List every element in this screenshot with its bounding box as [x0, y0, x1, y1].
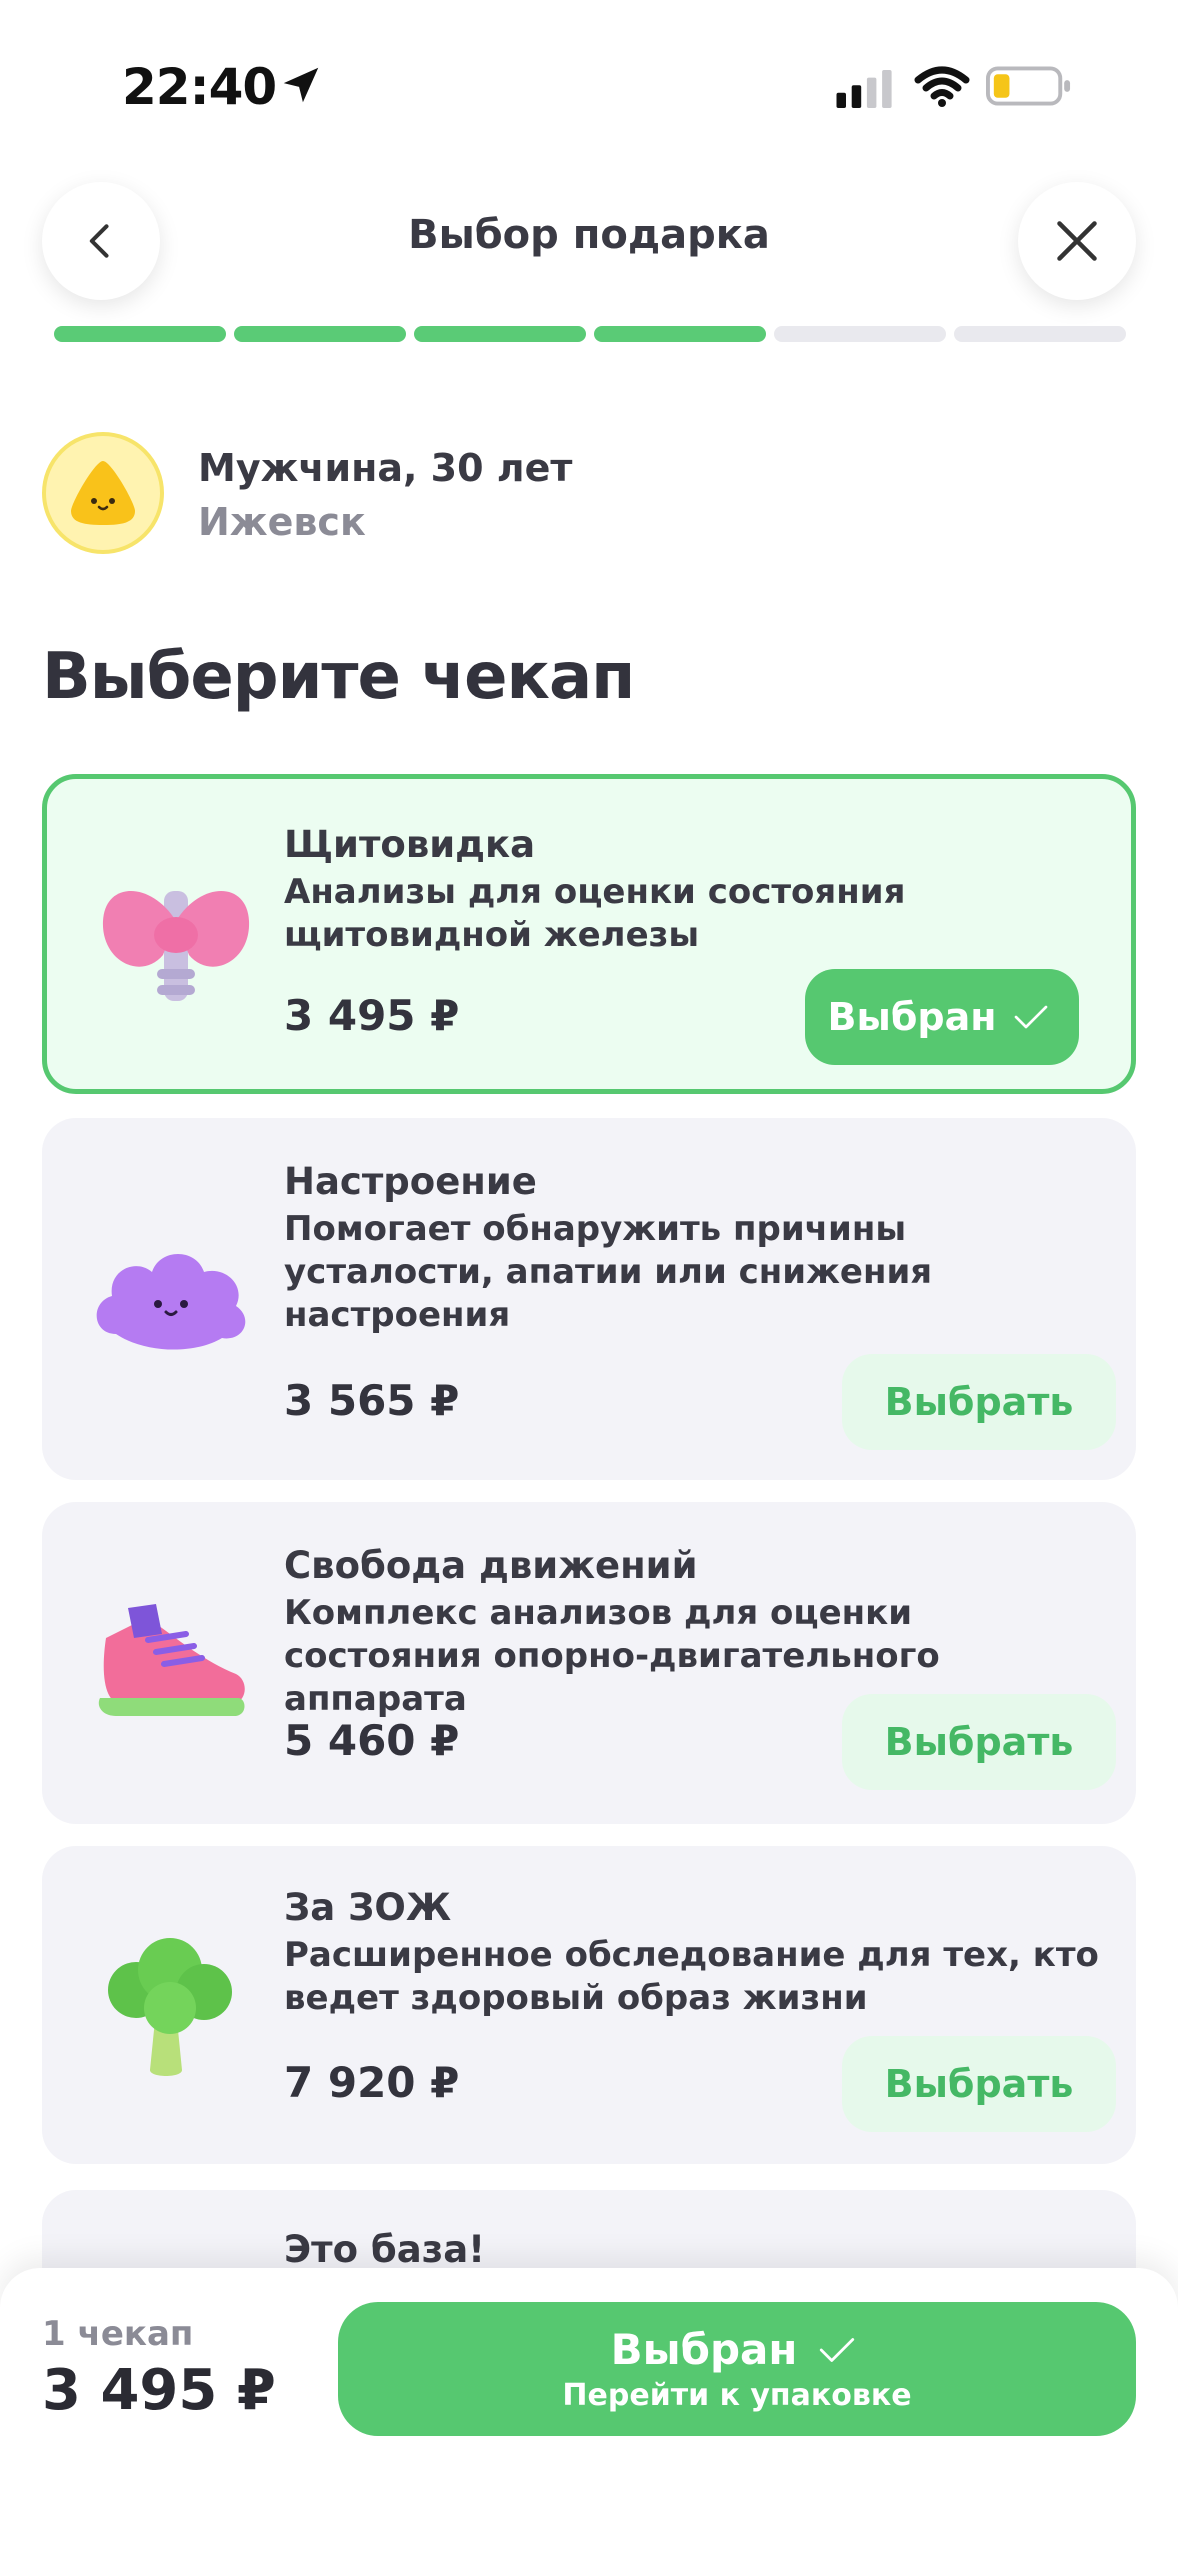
checkup-price: 3 495 ₽ [284, 991, 460, 1040]
progress-segment [414, 326, 586, 342]
avatar [42, 432, 164, 554]
cloud-icon [96, 1254, 246, 1350]
checkup-title: Настроение [284, 1160, 537, 1203]
checkup-price: 3 565 ₽ [284, 1376, 460, 1425]
progress-segment [774, 326, 946, 342]
status-time: 22:40 [122, 58, 277, 116]
progress-segment [234, 326, 406, 342]
selected-button[interactable]: Выбран [805, 969, 1079, 1065]
broccoli-icon [108, 1938, 232, 2076]
checkup-price: 7 920 ₽ [284, 2058, 460, 2107]
select-button[interactable]: Выбрать [842, 1694, 1116, 1790]
check-icon [1015, 1005, 1048, 1029]
checkup-title: Свобода движений [284, 1544, 698, 1587]
selected-button-label: Выбран [827, 995, 997, 1039]
section-heading: Выберите чекап [42, 640, 635, 714]
battery-icon [986, 66, 1071, 106]
select-button[interactable]: Выбрать [842, 2036, 1116, 2132]
location-arrow-icon [283, 67, 319, 103]
checkup-card-mood[interactable]: Настроение Помогает обнаружить причины у… [42, 1118, 1136, 1480]
checkup-title: Это база! [284, 2228, 486, 2271]
checkup-description: Расширенное обследование для тех, кто ве… [284, 1935, 1099, 2018]
check-icon [820, 2337, 855, 2362]
checkup-description: Помогает обнаружить причины усталости, а… [284, 1209, 933, 1335]
checkup-price: 5 460 ₽ [284, 1716, 460, 1765]
selected-count: 1 чекап [42, 2314, 194, 2354]
profile-city: Ижевск [198, 500, 366, 544]
proceed-button-label: Выбран [610, 2325, 798, 2374]
checkup-title: За ЗОЖ [284, 1886, 452, 1929]
sneaker-icon [98, 1604, 245, 1716]
select-button[interactable]: Выбрать [842, 1354, 1116, 1450]
checkup-card-movement[interactable]: Свобода движений Комплекс анализов для о… [42, 1502, 1136, 1824]
checkup-card-thyroid[interactable]: Щитовидка Анализы для оценки состояния щ… [42, 774, 1136, 1094]
progress-bar [54, 326, 1126, 342]
checkup-description: Анализы для оценки состояния щитовидной … [284, 872, 906, 955]
wifi-icon [914, 66, 970, 107]
thyroid-icon [102, 891, 250, 1001]
proceed-button-sublabel: Перейти к упаковке [562, 2378, 912, 2413]
cellular-signal-icon [836, 70, 892, 108]
page-title: Выбор подарка [408, 212, 770, 258]
progress-segment [954, 326, 1126, 342]
proceed-to-packaging-button[interactable]: Выбран Перейти к упаковке [338, 2302, 1136, 2436]
checkup-card-healthy-lifestyle[interactable]: За ЗОЖ Расширенное обследование для тех,… [42, 1846, 1136, 2164]
progress-segment [54, 326, 226, 342]
close-button[interactable] [1018, 182, 1136, 300]
proceed-button-main: Выбран [611, 2325, 864, 2374]
profile-name: Мужчина, 30 лет [198, 446, 573, 490]
checkup-title: Щитовидка [284, 823, 536, 866]
progress-segment [594, 326, 766, 342]
cute-blob-icon [71, 461, 135, 525]
total-price: 3 495 ₽ [42, 2358, 276, 2423]
close-icon [1057, 221, 1097, 261]
